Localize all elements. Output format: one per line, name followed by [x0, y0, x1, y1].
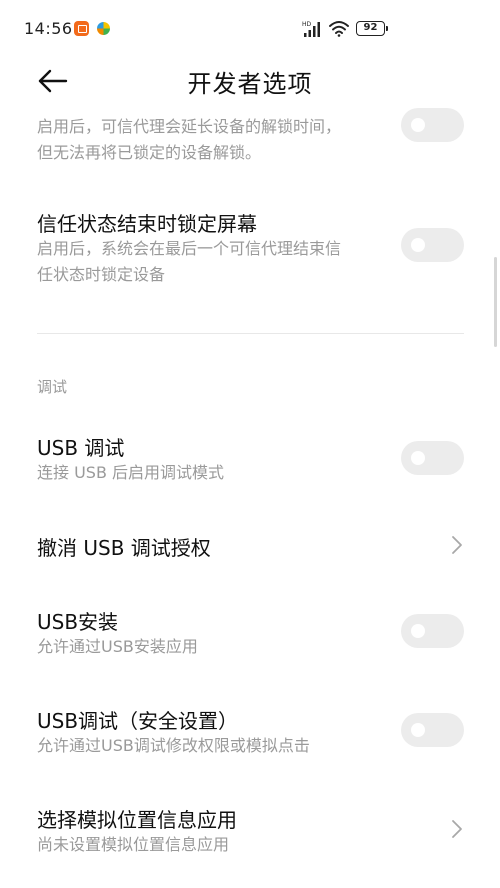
usb-install-row[interactable]: USB安装 允许通过USB安装应用: [0, 594, 500, 666]
row-subtitle: 允许通过USB调试修改权限或模拟点击: [37, 736, 310, 755]
lock-screen-on-trust-lost-toggle[interactable]: [401, 228, 464, 262]
trust-agent-extend-unlock-toggle[interactable]: [401, 108, 464, 142]
status-bar: 14:56 HD 92: [0, 0, 500, 58]
usb-debugging-row[interactable]: USB 调试 连接 USB 后启用调试模式: [0, 420, 500, 492]
section-divider: [37, 333, 464, 334]
chevron-right-icon: [452, 536, 462, 554]
row-subtitle: 连接 USB 后启用调试模式: [37, 463, 225, 482]
row-title: 选择模拟位置信息应用: [37, 808, 237, 832]
usb-debugging-toggle[interactable]: [401, 441, 464, 475]
section-label-debug: 调试: [37, 378, 68, 396]
battery-level: 92: [356, 21, 385, 36]
row-title: USB调试（安全设置）: [37, 709, 239, 733]
header: 开发者选项: [0, 58, 500, 106]
revoke-usb-debugging-row[interactable]: 撤消 USB 调试授权: [0, 520, 500, 570]
trust-agent-extend-unlock-row[interactable]: 启用后，可信代理会延长设备的解锁时间， 但无法再将已锁定的设备解锁。: [0, 106, 500, 176]
row-subtitle: 但无法再将已锁定的设备解锁。: [37, 143, 262, 162]
usb-debugging-secure-toggle[interactable]: [401, 713, 464, 747]
row-title: USB安装: [37, 610, 119, 634]
screen-recorder-icon: [74, 21, 89, 36]
row-subtitle: 允许通过USB安装应用: [37, 637, 198, 656]
row-subtitle: 任状态时锁定设备: [37, 265, 166, 284]
row-title: 撤消 USB 调试授权: [37, 536, 211, 560]
wifi-icon: [329, 21, 349, 37]
chevron-right-icon: [452, 820, 462, 838]
row-subtitle: 启用后，可信代理会延长设备的解锁时间，: [37, 117, 342, 136]
mock-location-app-row[interactable]: 选择模拟位置信息应用 尚未设置模拟位置信息应用: [0, 792, 500, 864]
row-title: USB 调试: [37, 436, 125, 460]
battery-icon: 92: [356, 20, 388, 37]
usb-install-toggle[interactable]: [401, 614, 464, 648]
row-subtitle: 启用后，系统会在最后一个可信代理结束信: [37, 239, 342, 258]
signal-icon: HD: [302, 21, 320, 37]
scrollbar[interactable]: [494, 257, 497, 347]
status-time: 14:56: [24, 19, 73, 38]
network-label: HD: [302, 21, 312, 28]
row-subtitle: 尚未设置模拟位置信息应用: [37, 835, 230, 854]
usb-debugging-secure-row[interactable]: USB调试（安全设置） 允许通过USB调试修改权限或模拟点击: [0, 693, 500, 765]
row-title: 信任状态结束时锁定屏幕: [37, 212, 257, 236]
app-notification-icon: [97, 22, 110, 35]
lock-screen-on-trust-lost-row[interactable]: 信任状态结束时锁定屏幕 启用后，系统会在最后一个可信代理结束信 任状态时锁定设备: [0, 196, 500, 296]
page-title: 开发者选项: [187, 70, 313, 98]
